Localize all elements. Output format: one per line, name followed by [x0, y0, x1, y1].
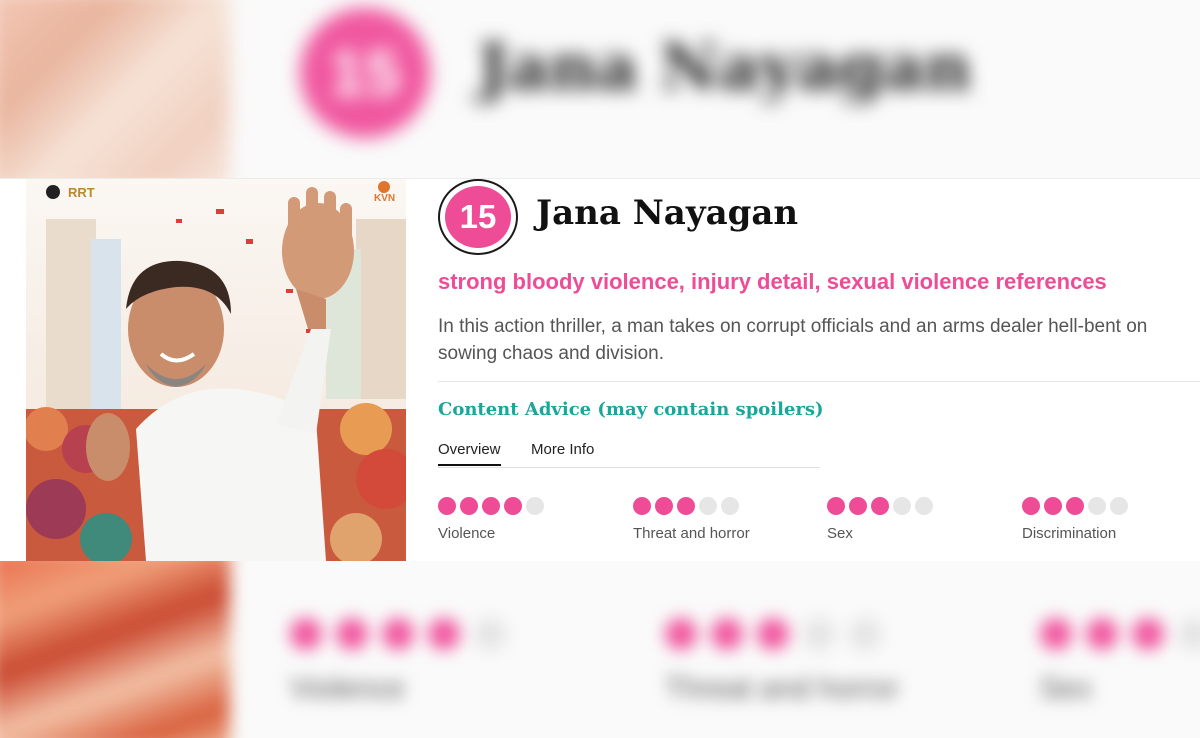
blurred-background-top: 15 Jana Nayagan	[0, 0, 1200, 178]
meter-sex: Sex	[827, 497, 933, 542]
severity-dot-empty	[893, 497, 911, 515]
poster-logo-left: RRT	[68, 185, 95, 200]
meter-violence: Violence	[438, 497, 544, 542]
meter-label: Threat and horror	[633, 525, 750, 542]
severity-dot-filled	[482, 497, 500, 515]
severity-dots	[438, 497, 544, 515]
film-synopsis: In this action thriller, a man takes on …	[438, 316, 1148, 364]
blurred-rating-badge: 15	[300, 8, 430, 138]
tab-more-info[interactable]: More Info	[531, 441, 594, 464]
content-advice-heading: Content Advice (may contain spoilers)	[438, 399, 824, 420]
severity-dot-empty	[1110, 497, 1128, 515]
severity-dot-filled	[871, 497, 889, 515]
film-title: Jana Nayagan	[536, 193, 799, 233]
severity-dot-empty	[699, 497, 717, 515]
blurred-meter-violence	[290, 618, 506, 650]
blurred-label-violence: Violence	[290, 672, 405, 705]
severity-dot-filled	[1022, 497, 1040, 515]
poster-logo-right: KVN	[374, 193, 395, 204]
blurred-poster-top	[0, 0, 230, 178]
meter-label: Discrimination	[1022, 525, 1117, 542]
severity-dot-filled	[504, 497, 522, 515]
severity-dot-empty	[526, 497, 544, 515]
blurred-poster-bottom	[0, 560, 230, 738]
blurred-background-bottom: Violence Threat and horror Sex	[0, 560, 1200, 738]
blurred-title: Jana Nayagan	[478, 30, 972, 105]
blurred-meter-threat	[665, 618, 881, 650]
severity-dot-filled	[827, 497, 845, 515]
short-content-advice: strong bloody violence, injury detail, s…	[438, 269, 1107, 294]
meter-label: Sex	[827, 525, 853, 542]
severity-dots	[827, 497, 933, 515]
severity-dots	[1022, 497, 1128, 515]
content-advice-tabs: Overview More Info	[438, 441, 820, 468]
meter-label: Violence	[438, 525, 496, 542]
severity-dot-filled	[1044, 497, 1062, 515]
film-rating-card: RRT KVN 15 Jana Nayagan strong bloody vi…	[0, 178, 1200, 561]
blurred-label-threat: Threat and horror	[665, 672, 899, 705]
meter-discrimination: Discrimination	[1022, 497, 1128, 542]
severity-dot-filled	[655, 497, 673, 515]
tab-overview[interactable]: Overview	[438, 441, 501, 466]
severity-dot-filled	[677, 497, 695, 515]
age-rating-value: 15	[445, 186, 511, 248]
severity-dot-filled	[460, 497, 478, 515]
age-rating-badge: 15	[438, 179, 518, 255]
severity-dot-filled	[1066, 497, 1084, 515]
severity-dot-empty	[1088, 497, 1106, 515]
section-divider	[438, 381, 1200, 382]
severity-dot-filled	[438, 497, 456, 515]
film-poster: RRT KVN	[26, 179, 406, 561]
meter-threat-and-horror: Threat and horror	[633, 497, 750, 542]
blurred-label-sex: Sex	[1040, 672, 1092, 705]
severity-dot-filled	[633, 497, 651, 515]
severity-dot-empty	[721, 497, 739, 515]
severity-dot-empty	[915, 497, 933, 515]
severity-dots	[633, 497, 750, 515]
severity-dot-filled	[849, 497, 867, 515]
blurred-meter-sex	[1040, 618, 1200, 650]
